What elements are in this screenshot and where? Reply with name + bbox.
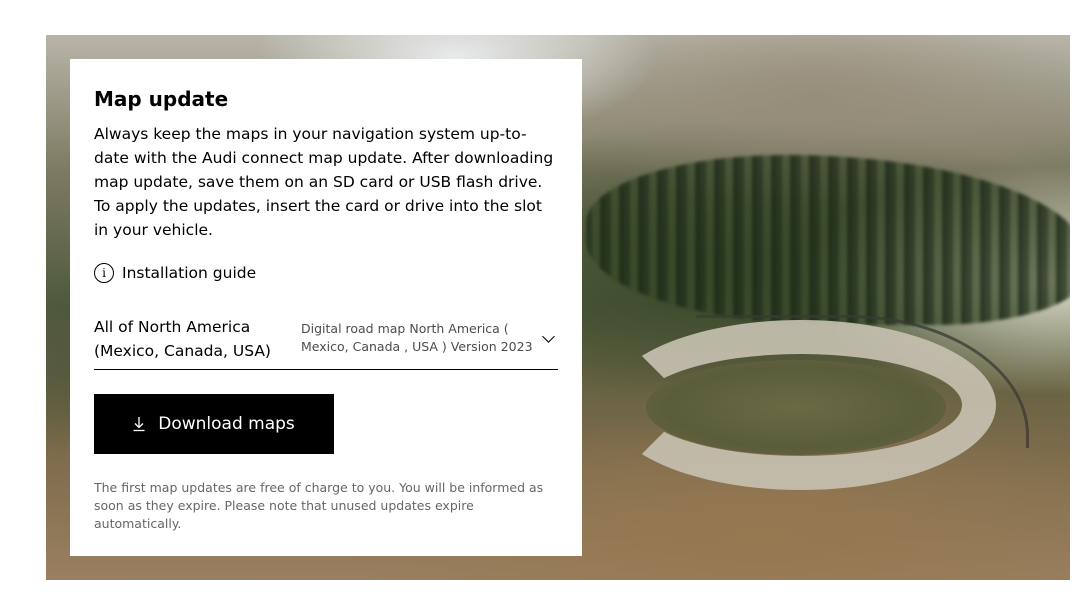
installation-guide-label: Installation guide	[122, 264, 257, 282]
selected-region: All of North America (Mexico, Canada, US…	[94, 318, 271, 360]
info-circle-icon: i	[94, 263, 114, 283]
selected-map-version: Digital road map North America ( Mexico,…	[301, 321, 533, 354]
download-maps-label: Download maps	[158, 414, 295, 434]
download-maps-button[interactable]: Download maps	[94, 394, 334, 454]
installation-guide-link[interactable]: i Installation guide	[94, 261, 558, 285]
map-update-description: Always keep the maps in your navigation …	[94, 125, 554, 239]
guard-rail	[696, 315, 1029, 448]
region-select-dropdown[interactable]: All of North America (Mexico, Canada, US…	[94, 315, 558, 370]
download-icon	[133, 416, 145, 432]
forest-area	[586, 155, 1070, 325]
chevron-down-icon	[542, 330, 555, 343]
free-updates-footnote: The first map updates are free of charge…	[94, 480, 544, 531]
map-update-title: Map update	[94, 87, 229, 111]
map-update-card: Map update Always keep the maps in your …	[70, 59, 582, 556]
